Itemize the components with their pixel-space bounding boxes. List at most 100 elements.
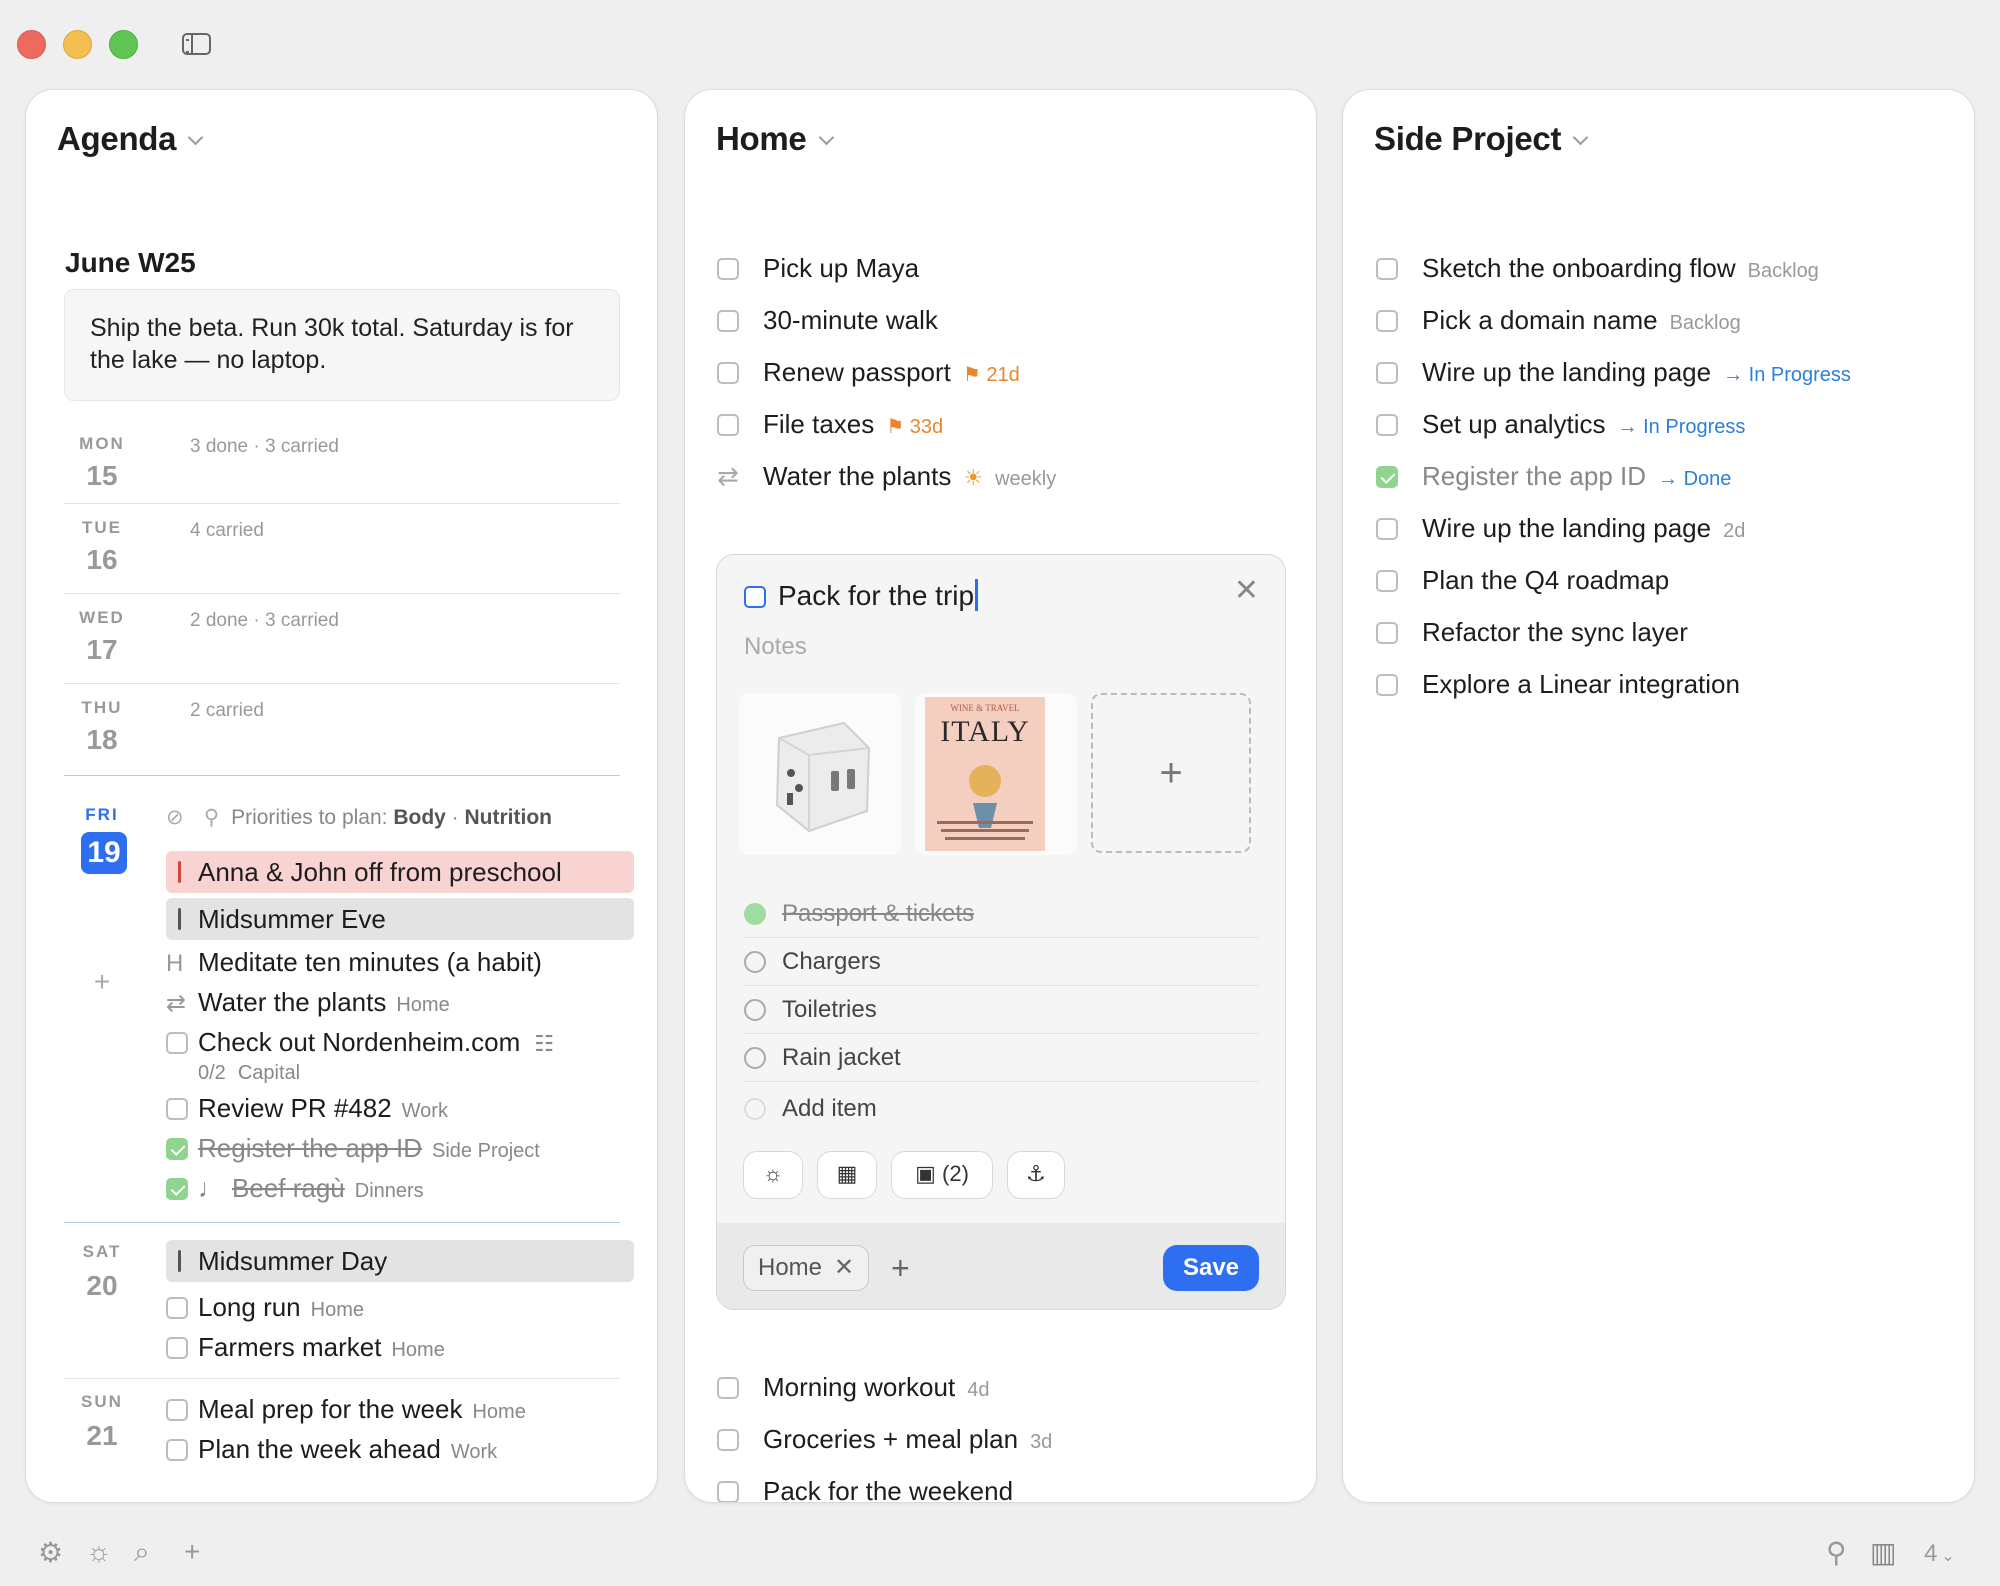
task-item[interactable]: Plan the Q4 roadmap xyxy=(1376,565,1669,596)
task-item[interactable]: ♩ Beef ragù Dinners xyxy=(166,1173,424,1204)
task-item[interactable]: Long run Home xyxy=(166,1292,364,1323)
subtask-item[interactable]: Toiletries xyxy=(744,986,1259,1034)
task-checkbox[interactable] xyxy=(166,1399,188,1421)
task-checkbox-checked[interactable] xyxy=(1376,466,1398,488)
location-pin-icon[interactable]: ⚓ xyxy=(1007,1151,1065,1199)
task-checkbox[interactable] xyxy=(1376,362,1398,384)
task-item[interactable]: Wire up the landing page 2d xyxy=(1376,513,1745,544)
task-checkbox[interactable] xyxy=(1376,414,1398,436)
task-item[interactable]: 30-minute walk xyxy=(717,305,938,336)
notes-field[interactable]: Notes xyxy=(744,633,807,661)
task-item[interactable]: Register the app ID Side Project xyxy=(166,1133,540,1164)
task-checkbox[interactable] xyxy=(166,1032,188,1054)
task-item[interactable]: Meal prep for the week Home xyxy=(166,1394,526,1425)
task-checkbox[interactable] xyxy=(166,1439,188,1461)
task-checkbox[interactable] xyxy=(1376,570,1398,592)
task-checkbox[interactable] xyxy=(166,1337,188,1359)
week-goal-box[interactable]: Ship the beta. Run 30k total. Saturday i… xyxy=(64,289,620,401)
event-item[interactable]: Anna & John off from preschool xyxy=(166,851,634,893)
zoom-window-button[interactable] xyxy=(109,30,138,59)
task-item[interactable]: Sketch the onboarding flow Backlog xyxy=(1376,253,1819,284)
attachment-thumbnail-italy[interactable]: WINE & TRAVEL ITALY xyxy=(915,693,1077,855)
task-item[interactable]: Pick up Maya xyxy=(717,253,919,284)
task-item[interactable]: Set up analytics → In Progress xyxy=(1376,409,1745,440)
subtask-checkbox[interactable] xyxy=(744,1047,766,1069)
task-item[interactable]: Morning workout 4d xyxy=(717,1372,989,1403)
subtask-item[interactable]: Rain jacket xyxy=(744,1034,1259,1082)
task-item[interactable]: Refactor the sync layer xyxy=(1376,617,1688,648)
subtask-item[interactable]: Chargers xyxy=(744,938,1259,986)
pin-icon[interactable]: ⚲ xyxy=(1826,1536,1847,1569)
task-checkbox[interactable] xyxy=(717,362,739,384)
columns-icon[interactable]: ▥ xyxy=(1870,1536,1896,1569)
task-checkbox[interactable] xyxy=(166,1297,188,1319)
subtask-item[interactable]: Passport & tickets xyxy=(744,890,1259,938)
calendar-icon[interactable]: ▦ xyxy=(817,1151,877,1199)
subtask-checkbox[interactable] xyxy=(744,999,766,1021)
add-tag-button[interactable]: + xyxy=(891,1245,910,1291)
column-count-select[interactable]: 4 ⌄ xyxy=(1924,1540,1955,1568)
add-icon[interactable]: + xyxy=(184,1536,200,1568)
images-button[interactable]: ▣ (2) xyxy=(891,1151,993,1199)
task-checkbox[interactable] xyxy=(1376,518,1398,540)
task-item[interactable]: Pack for the weekend xyxy=(717,1476,1013,1502)
event-item[interactable]: Midsummer Day xyxy=(166,1240,634,1282)
day-row-wed[interactable]: WED 17 2 done · 3 carried xyxy=(64,594,620,684)
home-title[interactable]: Home xyxy=(716,120,834,158)
task-checkbox[interactable] xyxy=(717,414,739,436)
attachment-thumbnail-adapter[interactable] xyxy=(739,693,901,855)
task-item[interactable]: Register the app ID → Done xyxy=(1376,461,1731,492)
habit-item[interactable]: H Meditate ten minutes (a habit) xyxy=(166,947,542,978)
add-subtask-field[interactable]: Add item xyxy=(744,1085,1259,1133)
add-attachment-button[interactable]: + xyxy=(1091,693,1251,853)
task-item[interactable]: Plan the week ahead Work xyxy=(166,1434,497,1465)
day-row-tue[interactable]: TUE 16 4 carried xyxy=(64,504,620,594)
task-checkbox[interactable] xyxy=(717,1481,739,1502)
task-checkbox[interactable] xyxy=(717,1429,739,1451)
task-item[interactable]: Explore a Linear integration xyxy=(1376,669,1740,700)
task-item[interactable]: Farmers market Home xyxy=(166,1332,445,1363)
side-project-title[interactable]: Side Project xyxy=(1374,120,1589,158)
task-checkbox[interactable] xyxy=(1376,674,1398,696)
repeat-task-item[interactable]: ⇄ Water the plants ☀ weekly xyxy=(717,461,1056,492)
day-row-thu[interactable]: THU 18 2 carried xyxy=(64,684,620,776)
close-icon[interactable]: ✕ xyxy=(1234,573,1259,608)
save-button[interactable]: Save xyxy=(1163,1245,1259,1291)
task-item[interactable]: Review PR #482 Work xyxy=(166,1093,448,1124)
task-checkbox[interactable] xyxy=(166,1098,188,1120)
sidebar-toggle-icon[interactable] xyxy=(182,33,211,55)
task-item[interactable]: Pick a domain name Backlog xyxy=(1376,305,1741,336)
task-item[interactable]: Wire up the landing page → In Progress xyxy=(1376,357,1851,388)
sun-icon[interactable]: ☼ xyxy=(86,1536,112,1568)
sun-icon[interactable]: ☼ xyxy=(743,1151,803,1199)
repeat-task-item[interactable]: ⇄ Water the plants Home xyxy=(166,987,450,1018)
task-checkbox[interactable] xyxy=(717,1377,739,1399)
task-checkbox[interactable] xyxy=(717,258,739,280)
add-to-day-button[interactable]: + xyxy=(64,966,140,998)
priorities-to-plan[interactable]: ⊘ ⚲ Priorities to plan: Body · Nutrition xyxy=(166,805,552,830)
task-item[interactable]: Renew passport ⚑ 21d xyxy=(717,357,1020,388)
editor-title[interactable]: Pack for the trip xyxy=(744,579,978,612)
tag-chip[interactable]: Home ✕ xyxy=(743,1245,870,1291)
task-checkbox-checked[interactable] xyxy=(166,1178,188,1200)
close-window-button[interactable] xyxy=(17,30,46,59)
agenda-title[interactable]: Agenda xyxy=(57,120,204,158)
task-checkbox[interactable] xyxy=(744,586,766,608)
day-row-mon[interactable]: MON 15 3 done · 3 carried xyxy=(64,422,620,504)
task-item[interactable]: File taxes ⚑ 33d xyxy=(717,409,943,440)
remove-tag-icon[interactable]: ✕ xyxy=(834,1254,854,1281)
subtask-checkbox[interactable] xyxy=(744,951,766,973)
task-item[interactable]: Groceries + meal plan 3d xyxy=(717,1424,1052,1455)
task-checkbox[interactable] xyxy=(717,310,739,332)
subtask-checkbox-checked[interactable] xyxy=(744,903,766,925)
gear-icon[interactable]: ⚙ xyxy=(38,1536,63,1569)
minimize-window-button[interactable] xyxy=(63,30,92,59)
task-checkbox[interactable] xyxy=(1376,622,1398,644)
task-checkbox[interactable] xyxy=(1376,258,1398,280)
event-item[interactable]: Midsummer Eve xyxy=(166,898,634,940)
search-icon[interactable]: ⌕ xyxy=(134,1536,150,1569)
task-checkbox-checked[interactable] xyxy=(166,1138,188,1160)
task-item[interactable]: Check out Nordenheim.com ☷ xyxy=(166,1027,554,1058)
today-day-number[interactable]: 19 xyxy=(81,832,127,874)
task-checkbox[interactable] xyxy=(1376,310,1398,332)
